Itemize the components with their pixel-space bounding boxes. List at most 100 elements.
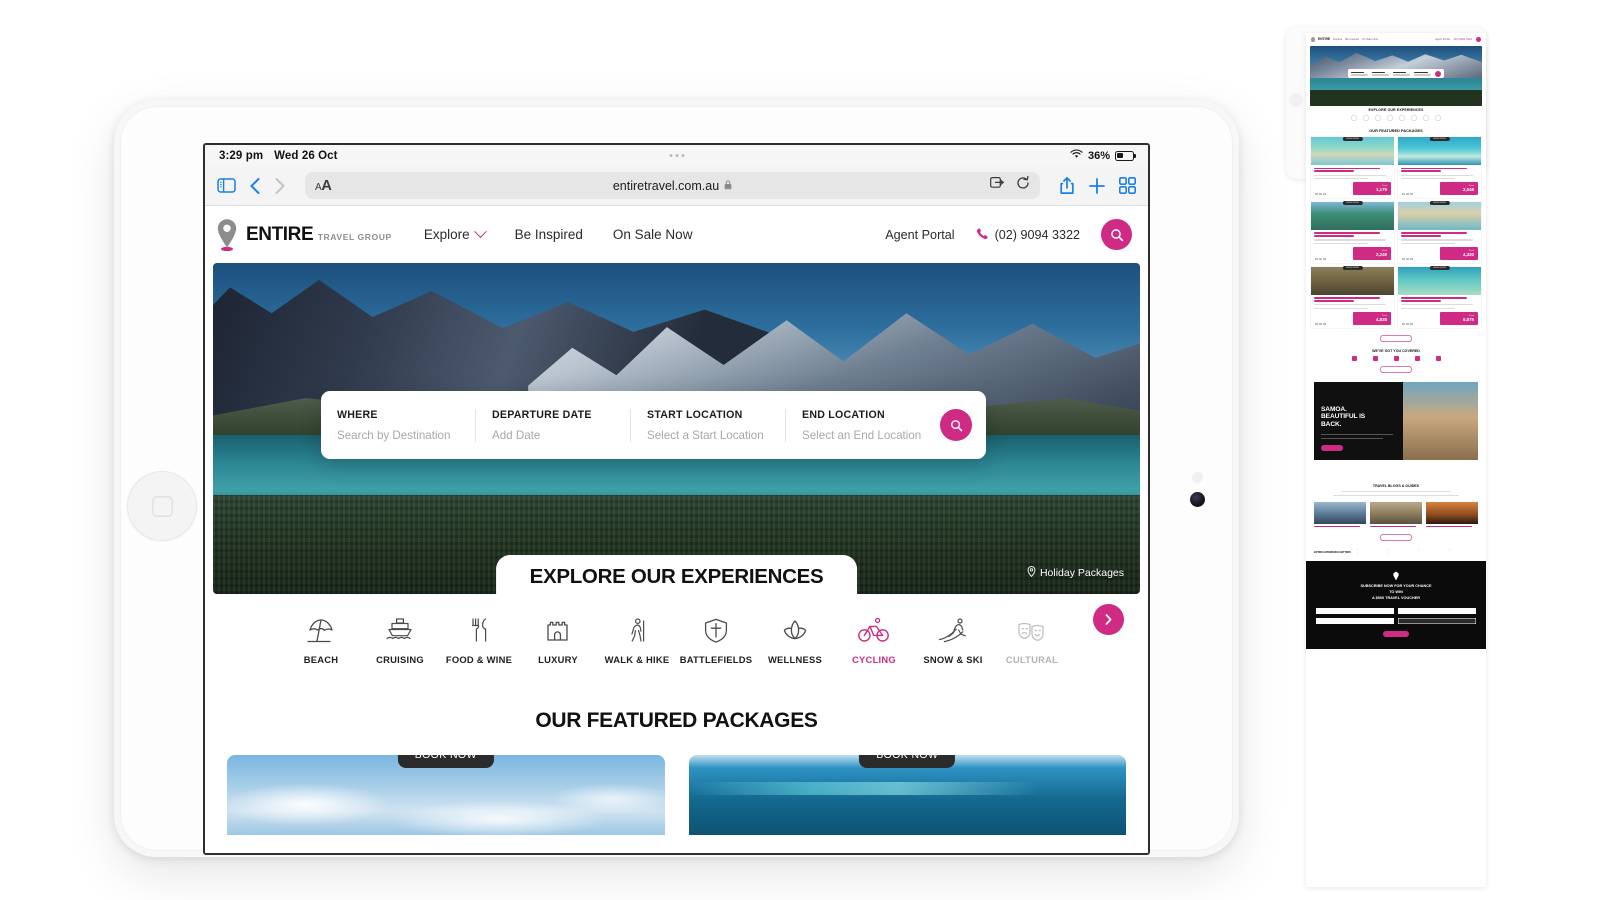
search-label-where: WHERE	[337, 408, 378, 421]
category-luxury[interactable]: LUXURY	[519, 614, 598, 665]
category-wellness[interactable]: WELLNESS	[756, 614, 835, 665]
preview-footer-link-3[interactable]: •	[1418, 549, 1447, 551]
preview-view-all-button-3[interactable]	[1380, 534, 1412, 541]
book-now-badge-2[interactable]: BOOK NOW	[859, 755, 956, 768]
tablet-device: 3:29 pm Wed 26 Oct 36% AA entiretravel.c…	[114, 100, 1239, 857]
preview-subscribe-field-2[interactable]	[1398, 607, 1476, 614]
category-cycling[interactable]: CYCLING	[835, 614, 914, 665]
preview-subscribe-form	[1316, 607, 1476, 624]
book-now-badge-1[interactable]: BOOK NOW	[397, 755, 494, 768]
brand-logo[interactable]: ENTIRE TRAVEL GROUP	[215, 218, 392, 252]
category-battlefields[interactable]: BATTLEFIELDS	[677, 614, 756, 665]
category-cruising[interactable]: CRUISING	[361, 614, 440, 665]
search-placeholder-end-location: Select an End Location	[802, 428, 922, 442]
preview-package-1[interactable]: BOOK NOW From 1,179	[1311, 136, 1394, 198]
preview-subscribe-field-3[interactable]	[1316, 617, 1394, 624]
home-button[interactable]	[127, 471, 197, 541]
search-placeholder-start-location: Select a Start Location	[647, 428, 764, 442]
trip-search-submit-button[interactable]	[940, 409, 972, 441]
nav-item-be-inspired[interactable]: Be Inspired	[515, 227, 583, 242]
wifi-icon	[1070, 149, 1083, 162]
preview-explore-title: EXPLORE OUR EXPERIENCES	[1368, 108, 1424, 112]
tab-overview-icon[interactable]	[1119, 177, 1136, 194]
preview-blog-3[interactable]	[1426, 501, 1478, 528]
preview-samoa-promo[interactable]: SAMOA. BEAUTIFUL IS BACK.	[1314, 381, 1478, 460]
preview-view-all-button-1[interactable]	[1380, 335, 1412, 342]
reload-icon[interactable]	[1016, 175, 1030, 195]
preview-subscribe-line3: A $500 TRAVEL VOUCHER	[1371, 595, 1421, 600]
preview-footer-link-1[interactable]: •	[1357, 549, 1386, 551]
header-search-button[interactable]	[1101, 219, 1132, 250]
featured-package-card-2[interactable]: BOOK NOW	[688, 755, 1126, 835]
map-pin-icon	[1027, 566, 1036, 580]
ambient-sensor	[1192, 472, 1203, 483]
website-viewport: ENTIRE TRAVEL GROUP Explore Be Inspired	[205, 206, 1148, 853]
preview-blog-1[interactable]	[1314, 501, 1366, 528]
preview-package-4[interactable]: BOOK NOW From 4,320	[1398, 201, 1481, 263]
preview-package-3[interactable]: BOOK NOW From 2,249	[1311, 201, 1394, 263]
preview-badge-5: BOOK NOW	[1342, 266, 1363, 271]
phone-icon	[976, 227, 989, 243]
nav-label-be-inspired: Be Inspired	[514, 227, 583, 242]
search-field-end-location[interactable]: END LOCATION Select an End Location	[785, 408, 940, 442]
preview-footer-link-2[interactable]: •	[1388, 549, 1417, 551]
chevron-right-icon	[1105, 614, 1112, 625]
preview-agent-portal: Agent Portal	[1434, 37, 1450, 41]
preview-footer-link-5[interactable]: •	[1357, 553, 1386, 555]
phone-link[interactable]: (02) 9094 3322	[976, 227, 1080, 243]
new-tab-icon[interactable]	[1088, 177, 1106, 195]
category-walk-and-hike[interactable]: WALK & HIKE	[598, 614, 677, 665]
skier-icon	[914, 614, 993, 645]
preview-samoa-cta[interactable]	[1321, 444, 1343, 451]
featured-packages-title: OUR FEATURED PACKAGES	[535, 709, 818, 732]
preview-footer-link-6[interactable]: •	[1388, 553, 1417, 555]
search-field-where[interactable]: WHERE Search by Destination	[337, 409, 475, 442]
preview-page[interactable]: ENTIRE Explore Be Inspired On Sale Now A…	[1306, 33, 1486, 887]
address-bar[interactable]: AA entiretravel.com.au	[305, 172, 1040, 199]
safari-toolbar: AA entiretravel.com.au	[205, 166, 1148, 206]
nav-item-explore[interactable]: Explore	[424, 225, 487, 242]
full-page-preview: ENTIRE Explore Be Inspired On Sale Now A…	[1286, 27, 1486, 887]
preview-subscribe-field-4[interactable]	[1398, 617, 1476, 624]
extensions-icon[interactable]	[990, 176, 1005, 195]
url-text: entiretravel.com.au	[612, 178, 720, 193]
preview-phone: (02) 9094 3322	[1453, 37, 1472, 41]
search-field-departure-date[interactable]: DEPARTURE DATE Add Date	[475, 408, 630, 442]
preview-subscribe-field-1[interactable]	[1316, 607, 1394, 614]
bicycle-icon	[835, 614, 914, 645]
category-cultural[interactable]: CULTURAL	[993, 614, 1072, 665]
preview-badge-6: BOOK NOW	[1429, 266, 1450, 271]
cruise-ship-icon	[361, 614, 440, 645]
search-placeholder-where: Search by Destination	[337, 428, 451, 442]
search-field-start-location[interactable]: START LOCATION Select a Start Location	[630, 408, 785, 442]
preview-header: ENTIRE Explore Be Inspired On Sale Now A…	[1306, 33, 1486, 45]
nav-item-on-sale-now[interactable]: On Sale Now	[613, 227, 693, 242]
shield-cross-icon	[677, 614, 756, 645]
preview-nav-2: Be Inspired	[1345, 37, 1360, 41]
category-next-button[interactable]	[1093, 604, 1124, 635]
preview-package-6[interactable]: BOOK NOW From 6,875	[1398, 266, 1481, 328]
preview-subscribe-button[interactable]	[1383, 630, 1409, 637]
preview-price-prefix-2: From	[1469, 185, 1474, 188]
category-food-and-wine[interactable]: FOOD & WINE	[440, 614, 519, 665]
preview-view-all-button-2[interactable]	[1380, 366, 1412, 373]
category-label-walk-and-hike: WALK & HIKE	[604, 654, 670, 665]
agent-portal-link[interactable]: Agent Portal	[885, 228, 954, 242]
preview-package-5[interactable]: BOOK NOW From 4,838	[1311, 266, 1394, 328]
preview-covered-title: WE'VE GOT YOU COVERED	[1372, 348, 1420, 353]
preview-footer-link-4[interactable]: •	[1449, 549, 1478, 551]
multitask-handle[interactable]	[669, 154, 684, 157]
category-label-beach: BEACH	[303, 654, 339, 665]
preview-package-2[interactable]: BOOK NOW From 2,048	[1398, 136, 1481, 198]
preview-blog-2[interactable]	[1370, 501, 1422, 528]
category-beach[interactable]: BEACH	[282, 614, 361, 665]
share-icon[interactable]	[1059, 176, 1075, 195]
preview-subscribe-pin-icon	[1393, 571, 1399, 581]
hero-geotag-label: Holiday Packages	[1039, 567, 1124, 579]
category-snow-and-ski[interactable]: SNOW & SKI	[914, 614, 993, 665]
featured-package-card-1[interactable]: BOOK NOW	[227, 755, 665, 835]
preview-home-button	[1289, 93, 1303, 107]
preview-search-widget	[1347, 68, 1445, 79]
back-button[interactable]	[249, 177, 261, 195]
sidebar-icon[interactable]	[217, 178, 236, 193]
